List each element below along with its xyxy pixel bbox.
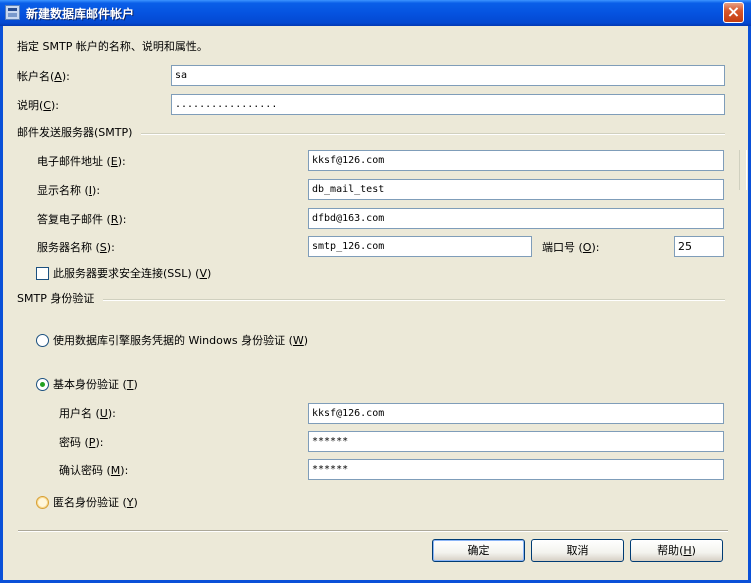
display-name-input[interactable]: db_mail_test bbox=[308, 179, 724, 200]
basic-auth-radio[interactable] bbox=[36, 378, 49, 391]
window-title: 新建数据库邮件帐户 bbox=[26, 7, 135, 21]
email-address-label: 电子邮件地址 (E): bbox=[37, 155, 126, 168]
smtp-server-group-title: 邮件发送服务器(SMTP) bbox=[17, 126, 133, 139]
confirm-password-input[interactable]: ****** bbox=[308, 459, 724, 480]
help-button[interactable]: 帮助(H) bbox=[630, 539, 723, 562]
description-label: 说明(C): bbox=[17, 99, 59, 112]
confirm-password-label: 确认密码 (M): bbox=[59, 464, 129, 477]
splitter-grip[interactable] bbox=[739, 150, 747, 190]
close-button[interactable]: × bbox=[723, 2, 744, 23]
windows-auth-radio[interactable] bbox=[36, 334, 49, 347]
account-name-label: 帐户名(A): bbox=[17, 70, 70, 83]
windows-auth-label[interactable]: 使用数据库引擎服务凭据的 Windows 身份验证 (W) bbox=[53, 334, 308, 348]
ssl-label[interactable]: 此服务器要求安全连接(SSL) (V) bbox=[53, 267, 211, 281]
username-label: 用户名 (U): bbox=[59, 407, 116, 420]
reply-email-label: 答复电子邮件 (R): bbox=[37, 213, 127, 226]
anonymous-auth-label[interactable]: 匿名身份验证 (Y) bbox=[53, 496, 138, 510]
database-mail-icon bbox=[5, 5, 20, 20]
anonymous-auth-radio[interactable] bbox=[36, 496, 49, 509]
server-name-label: 服务器名称 (S): bbox=[37, 241, 115, 254]
display-name-label: 显示名称 (I): bbox=[37, 184, 101, 197]
reply-email-input[interactable]: dfbd@163.com bbox=[308, 208, 724, 229]
username-input[interactable]: kksf@126.com bbox=[308, 403, 724, 424]
port-label: 端口号 (O): bbox=[542, 241, 600, 254]
cancel-button[interactable]: 取消 bbox=[531, 539, 624, 562]
account-name-input[interactable]: sa bbox=[171, 65, 725, 86]
ssl-checkbox[interactable] bbox=[36, 267, 49, 280]
smtp-server-group-line bbox=[141, 133, 725, 135]
password-input[interactable]: ****** bbox=[308, 431, 724, 452]
smtp-auth-group-line bbox=[103, 299, 725, 301]
button-separator bbox=[18, 530, 728, 532]
server-name-input[interactable]: smtp_126.com bbox=[308, 236, 532, 257]
ok-button[interactable]: 确定 bbox=[432, 539, 525, 562]
port-input[interactable]: 25 bbox=[674, 236, 724, 257]
smtp-auth-group-title: SMTP 身份验证 bbox=[17, 292, 95, 305]
dialog-window: 新建数据库邮件帐户 × 指定 SMTP 帐户的名称、说明和属性。 帐户名(A):… bbox=[0, 0, 751, 583]
intro-text: 指定 SMTP 帐户的名称、说明和属性。 bbox=[17, 40, 208, 53]
basic-auth-label[interactable]: 基本身份验证 (T) bbox=[53, 378, 138, 392]
description-input[interactable]: ................. bbox=[171, 94, 725, 115]
email-address-input[interactable]: kksf@126.com bbox=[308, 150, 724, 171]
title-bar[interactable]: 新建数据库邮件帐户 × bbox=[0, 0, 751, 26]
password-label: 密码 (P): bbox=[59, 436, 104, 449]
